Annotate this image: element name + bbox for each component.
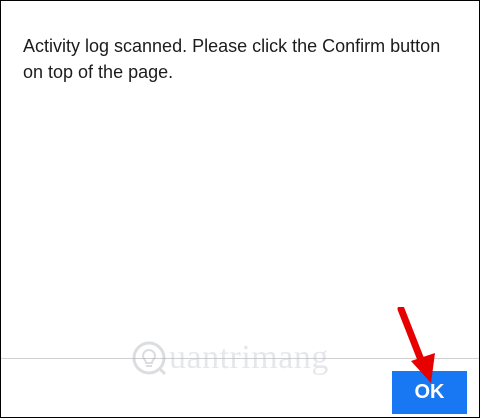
red-pointer-arrow-icon [397, 307, 435, 383]
dialog-message: Activity log scanned. Please click the C… [23, 36, 441, 82]
dialog: Activity log scanned. Please click the C… [0, 0, 480, 418]
watermark: uantrimang [131, 336, 329, 380]
watermark-logo [132, 341, 167, 376]
watermark-text: uantrimang [169, 339, 329, 376]
